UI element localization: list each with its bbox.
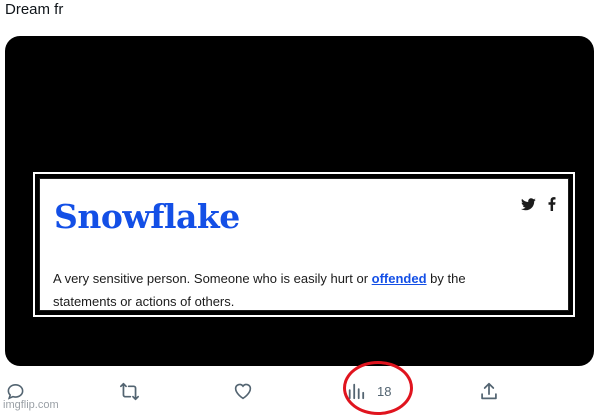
card-share-icons xyxy=(521,197,556,211)
imgflip-watermark: imgflip.com xyxy=(3,399,59,411)
retweet-icon xyxy=(120,382,139,401)
views-button[interactable]: 18 xyxy=(347,382,391,400)
definition-link-offended[interactable]: offended xyxy=(372,271,427,286)
twitter-icon xyxy=(521,197,536,210)
heart-icon xyxy=(234,383,252,400)
definition-text: A very sensitive person. Someone who is … xyxy=(53,267,528,313)
definition-text-before: A very sensitive person. Someone who is … xyxy=(53,271,372,286)
retweet-button[interactable] xyxy=(119,382,140,401)
views-chart-icon xyxy=(348,383,365,400)
like-button[interactable] xyxy=(233,382,253,400)
definition-card-frame: Snowflake A very sensitive person. Someo… xyxy=(33,172,575,317)
tweet-action-bar: 18 xyxy=(0,374,605,410)
share-icon xyxy=(481,382,497,400)
views-count: 18 xyxy=(377,383,392,399)
tweet-text: Dream fr xyxy=(5,1,64,18)
share-button[interactable] xyxy=(480,382,498,401)
facebook-icon xyxy=(548,197,556,211)
tweet-media-image[interactable]: Snowflake A very sensitive person. Someo… xyxy=(5,36,594,366)
definition-title: Snowflake xyxy=(54,197,240,236)
definition-card: Snowflake A very sensitive person. Someo… xyxy=(39,178,569,311)
